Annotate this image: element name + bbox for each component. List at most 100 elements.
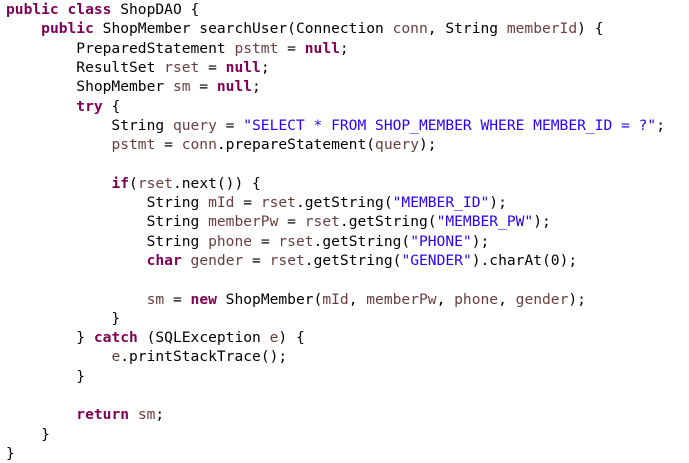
code-line: char gender = rset.getString("GENDER").c… (6, 251, 578, 270)
code-text-token: ).charAt(0); (471, 251, 578, 269)
code-line: PreparedStatement pstmt = null; (6, 39, 349, 58)
code-line: String phone = rset.getString("PHONE"); (6, 232, 490, 251)
code-text-token: .getString( (339, 213, 437, 231)
code-text-token: .prepareStatement( (216, 136, 376, 154)
variable-token: rset (137, 174, 173, 192)
string-literal-token: "MEMBER_PW" (436, 213, 534, 231)
keyword-token: null (304, 39, 340, 57)
code-text-token: = (278, 39, 305, 57)
code-text-token: (SQLException (137, 329, 270, 347)
variable-token: pstmt (111, 136, 156, 154)
variable-token: sm (172, 78, 191, 96)
code-text-token: , (498, 290, 516, 308)
variable-token: phone (208, 232, 253, 250)
code-text-token: String (6, 213, 209, 231)
code-text-token: ResultSet (6, 58, 165, 76)
keyword-token: null (216, 78, 253, 96)
code-line: public class ShopDAO { (6, 0, 199, 19)
code-text-token: ); (533, 213, 551, 231)
variable-token: conn (392, 20, 428, 38)
variable-token: query (375, 136, 419, 154)
code-text-token: ; (656, 116, 665, 134)
variable-token: memberId (506, 20, 578, 38)
keyword-token: if (111, 174, 130, 192)
code-text-token: = (155, 136, 182, 154)
code-line: String memberPw = rset.getString("MEMBER… (6, 212, 551, 231)
string-literal-token: "GENDER" (401, 251, 472, 269)
string-literal-token: "SELECT * FROM SHOP_MEMBER WHERE MEMBER_… (243, 116, 657, 134)
keyword-token: public (6, 1, 59, 18)
code-text-token: { (102, 97, 121, 115)
code-line: e.printStackTrace(); (6, 347, 287, 366)
keyword-token: class (67, 1, 112, 18)
code-text-token: ) { (278, 329, 305, 347)
code-line: if(rset.next()) { (6, 174, 261, 193)
code-line: String mId = rset.getString("MEMBER_ID")… (6, 193, 507, 212)
code-text-token: String (6, 194, 209, 211)
keyword-token: null (225, 58, 261, 76)
code-line: try { (6, 97, 120, 116)
code-line: } (6, 444, 15, 463)
string-literal-token: "MEMBER_ID" (392, 194, 490, 211)
code-text-token: .printStackTrace(); (120, 348, 288, 366)
variable-token: mId (322, 290, 349, 308)
code-text-token: .getString( (313, 232, 411, 250)
code-text-token: } (6, 367, 86, 385)
code-text-token: = (199, 58, 226, 76)
code-line: return sm; (6, 405, 164, 424)
code-text-token: } (6, 309, 121, 327)
code-text-token: ; (252, 78, 261, 96)
variable-token: phone (454, 290, 499, 308)
code-editor[interactable]: public class ShopDAO { public ShopMember… (0, 0, 689, 462)
variable-token: memberPw (366, 290, 437, 308)
variable-token: query (172, 116, 217, 134)
variable-token: pstmt (234, 39, 279, 57)
code-line: public ShopMember searchUser(Connection … (6, 19, 603, 38)
variable-token: rset (260, 194, 296, 211)
variable-token: rset (269, 251, 305, 269)
code-text-token: ; (155, 406, 165, 424)
code-text-token: = (278, 213, 305, 231)
code-text-token: ShopDAO { (111, 1, 200, 18)
variable-token: gender (190, 251, 244, 269)
variable-token: e (111, 348, 121, 366)
code-text-token: , (436, 290, 455, 308)
keyword-token: char (146, 251, 182, 269)
code-line: String query = "SELECT * FROM SHOP_MEMBE… (6, 116, 665, 135)
code-text-token: ); (568, 290, 586, 308)
code-text-token: ( (129, 174, 138, 192)
code-text-token: String (6, 232, 209, 250)
code-text-token: ; (339, 39, 349, 57)
keyword-token: public (41, 20, 94, 38)
code-text-token: = (164, 290, 191, 308)
variable-token: conn (181, 136, 217, 154)
code-text-token: .getString( (304, 251, 402, 269)
code-text-token: ); (471, 232, 490, 250)
code-line: ResultSet rset = null; (6, 58, 270, 77)
variable-token: gender (515, 290, 569, 308)
code-text-token: .next()) { (172, 174, 261, 192)
code-line: } (6, 367, 85, 386)
variable-token: sm (146, 290, 165, 308)
code-text-token: } (6, 444, 15, 462)
code-text-token: = (216, 116, 244, 134)
code-line: } catch (SQLException e) { (6, 328, 305, 347)
code-text-token: ; (260, 58, 270, 76)
variable-token: rset (164, 58, 200, 76)
code-text-token: } (6, 425, 50, 443)
code-line: } (6, 309, 120, 328)
code-text-token: ShopMember searchUser(Connection (93, 20, 393, 38)
variable-token: memberPw (208, 213, 279, 231)
code-line: sm = new ShopMember(mId, memberPw, phone… (6, 290, 586, 309)
code-text-token: String (6, 116, 173, 134)
variable-token: rset (278, 232, 314, 250)
variable-token: mId (208, 194, 235, 211)
